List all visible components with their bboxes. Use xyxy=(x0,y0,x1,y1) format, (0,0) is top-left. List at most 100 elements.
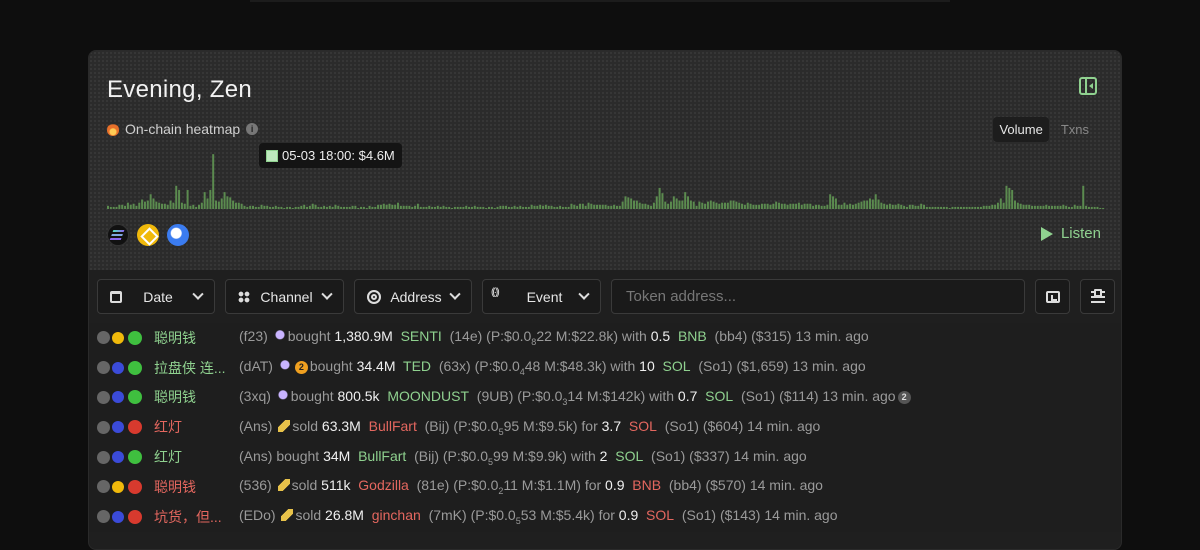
heatmap-bar[interactable] xyxy=(775,201,778,209)
heatmap-bar[interactable] xyxy=(979,206,982,209)
settings-button[interactable] xyxy=(1080,279,1115,314)
heatmap-bar[interactable] xyxy=(254,206,257,209)
heatmap-bar[interactable] xyxy=(903,205,906,209)
heatmap-bar[interactable] xyxy=(732,200,735,209)
heatmap-bar[interactable] xyxy=(957,206,960,209)
heatmap-bar[interactable] xyxy=(746,202,749,209)
heatmap-bar[interactable] xyxy=(590,203,593,209)
heatmap-bar[interactable] xyxy=(1022,204,1025,209)
heatmap-bar[interactable] xyxy=(314,204,317,209)
heatmap-bar[interactable] xyxy=(354,205,357,209)
heatmap-bar[interactable] xyxy=(942,206,945,209)
heatmap-bar[interactable] xyxy=(507,206,510,209)
heatmap-bar[interactable] xyxy=(593,204,596,209)
heatmap-bar[interactable] xyxy=(664,201,667,209)
heatmap-bar[interactable] xyxy=(320,206,323,209)
heatmap-bar[interactable] xyxy=(1036,205,1039,209)
heatmap-bar[interactable] xyxy=(263,205,266,209)
heatmap-bar[interactable] xyxy=(604,204,607,209)
heatmap-bar[interactable] xyxy=(505,205,508,209)
heatmap-bar[interactable] xyxy=(945,206,948,209)
heatmap-bar[interactable] xyxy=(328,205,331,209)
heatmap-bar[interactable] xyxy=(920,203,923,209)
heatmap-bar[interactable] xyxy=(672,196,675,209)
heatmap-bar[interactable] xyxy=(414,205,417,209)
import-button[interactable] xyxy=(1035,279,1070,314)
heatmap-bar[interactable] xyxy=(601,204,604,209)
feed-row[interactable]: 聪明钱 (536) sold 511k Godzilla (81e) (P:$0… xyxy=(89,472,1121,502)
heatmap-bar[interactable] xyxy=(149,194,152,209)
heatmap-bar[interactable] xyxy=(1053,205,1056,209)
heatmap-bar[interactable] xyxy=(618,205,621,209)
heatmap-bar[interactable] xyxy=(1025,204,1028,209)
heatmap-bar[interactable] xyxy=(721,202,724,209)
heatmap-bar[interactable] xyxy=(135,205,138,209)
heatmap-bar[interactable] xyxy=(834,198,837,209)
heatmap-bar[interactable] xyxy=(962,206,965,209)
heatmap-bar[interactable] xyxy=(607,205,610,209)
heatmap-bar[interactable] xyxy=(1002,202,1005,209)
heatmap-bar[interactable] xyxy=(1056,205,1059,209)
heatmap-bar[interactable] xyxy=(1062,204,1065,209)
avatar[interactable] xyxy=(97,420,110,434)
feed-row[interactable]: 坑货，但... (EDo) sold 26.8M ginchan (7mK) (… xyxy=(89,502,1121,532)
heatmap-bar[interactable] xyxy=(678,200,681,209)
trader-name[interactable]: 坑货，但... xyxy=(154,507,222,527)
heatmap-bar[interactable] xyxy=(959,206,962,209)
heatmap-bar[interactable] xyxy=(237,202,240,209)
heatmap-bar[interactable] xyxy=(652,202,655,209)
heatmap-bar[interactable] xyxy=(769,204,772,209)
heatmap-bar[interactable] xyxy=(468,206,471,209)
heatmap-bar[interactable] xyxy=(988,205,991,209)
heatmap-bar[interactable] xyxy=(300,205,303,209)
heatmap-bar[interactable] xyxy=(948,207,951,209)
heatmap-bar[interactable] xyxy=(371,206,374,209)
heatmap-bar[interactable] xyxy=(212,154,215,209)
heatmap-bar[interactable] xyxy=(871,199,874,209)
heatmap-bar[interactable] xyxy=(755,204,758,209)
heatmap-bar[interactable] xyxy=(269,206,272,209)
heatmap-bar[interactable] xyxy=(152,198,155,209)
heatmap-bar[interactable] xyxy=(522,206,525,209)
heatmap-bar[interactable] xyxy=(917,205,920,209)
heatmap-bar[interactable] xyxy=(974,206,977,209)
heatmap-bar[interactable] xyxy=(342,206,345,209)
heatmap-bar[interactable] xyxy=(345,206,348,209)
heatmap-bar[interactable] xyxy=(1059,205,1062,209)
heatmap-bar[interactable] xyxy=(283,207,286,209)
trader-name[interactable]: 红灯 xyxy=(154,447,182,467)
heatmap-bar[interactable] xyxy=(1045,204,1048,209)
heatmap-bar[interactable] xyxy=(1065,205,1068,209)
heatmap-bar[interactable] xyxy=(121,204,124,209)
heatmap-bar[interactable] xyxy=(311,203,314,209)
heatmap-bar[interactable] xyxy=(405,205,408,209)
heatmap-bar[interactable] xyxy=(397,202,400,209)
heatmap-bar[interactable] xyxy=(715,202,718,209)
heatmap-bar[interactable] xyxy=(695,205,698,209)
heatmap-bar[interactable] xyxy=(428,205,431,209)
heatmap-bar[interactable] xyxy=(718,203,721,209)
heatmap-bar[interactable] xyxy=(553,206,556,209)
avatar[interactable] xyxy=(97,390,110,404)
heatmap-bar[interactable] xyxy=(465,205,468,209)
heatmap-bar[interactable] xyxy=(306,206,309,209)
heatmap-bar[interactable] xyxy=(203,192,206,209)
heatmap-bar[interactable] xyxy=(900,204,903,209)
heatmap-bar[interactable] xyxy=(183,203,186,209)
heatmap-bar[interactable] xyxy=(897,203,900,209)
heatmap-bar[interactable] xyxy=(681,200,684,209)
info-icon[interactable]: i xyxy=(246,123,259,135)
heatmap-bar[interactable] xyxy=(357,207,360,209)
heatmap-bar[interactable] xyxy=(934,206,937,209)
heatmap-bar[interactable] xyxy=(334,204,337,209)
heatmap-bar[interactable] xyxy=(516,206,519,209)
event-filter[interactable]: Event xyxy=(482,279,601,314)
token-name[interactable]: SENTI xyxy=(401,328,442,344)
heatmap-bar[interactable] xyxy=(178,190,181,209)
heatmap-bar[interactable] xyxy=(502,205,505,209)
heatmap-bar[interactable] xyxy=(217,201,220,209)
feed-row[interactable]: 拉盘侠 连... (dAT) 2 bought 34.4M TED (63x) (… xyxy=(89,353,1121,383)
heatmap-bar[interactable] xyxy=(752,204,755,209)
heatmap-bar[interactable] xyxy=(488,206,490,209)
heatmap-bar[interactable] xyxy=(297,206,300,209)
